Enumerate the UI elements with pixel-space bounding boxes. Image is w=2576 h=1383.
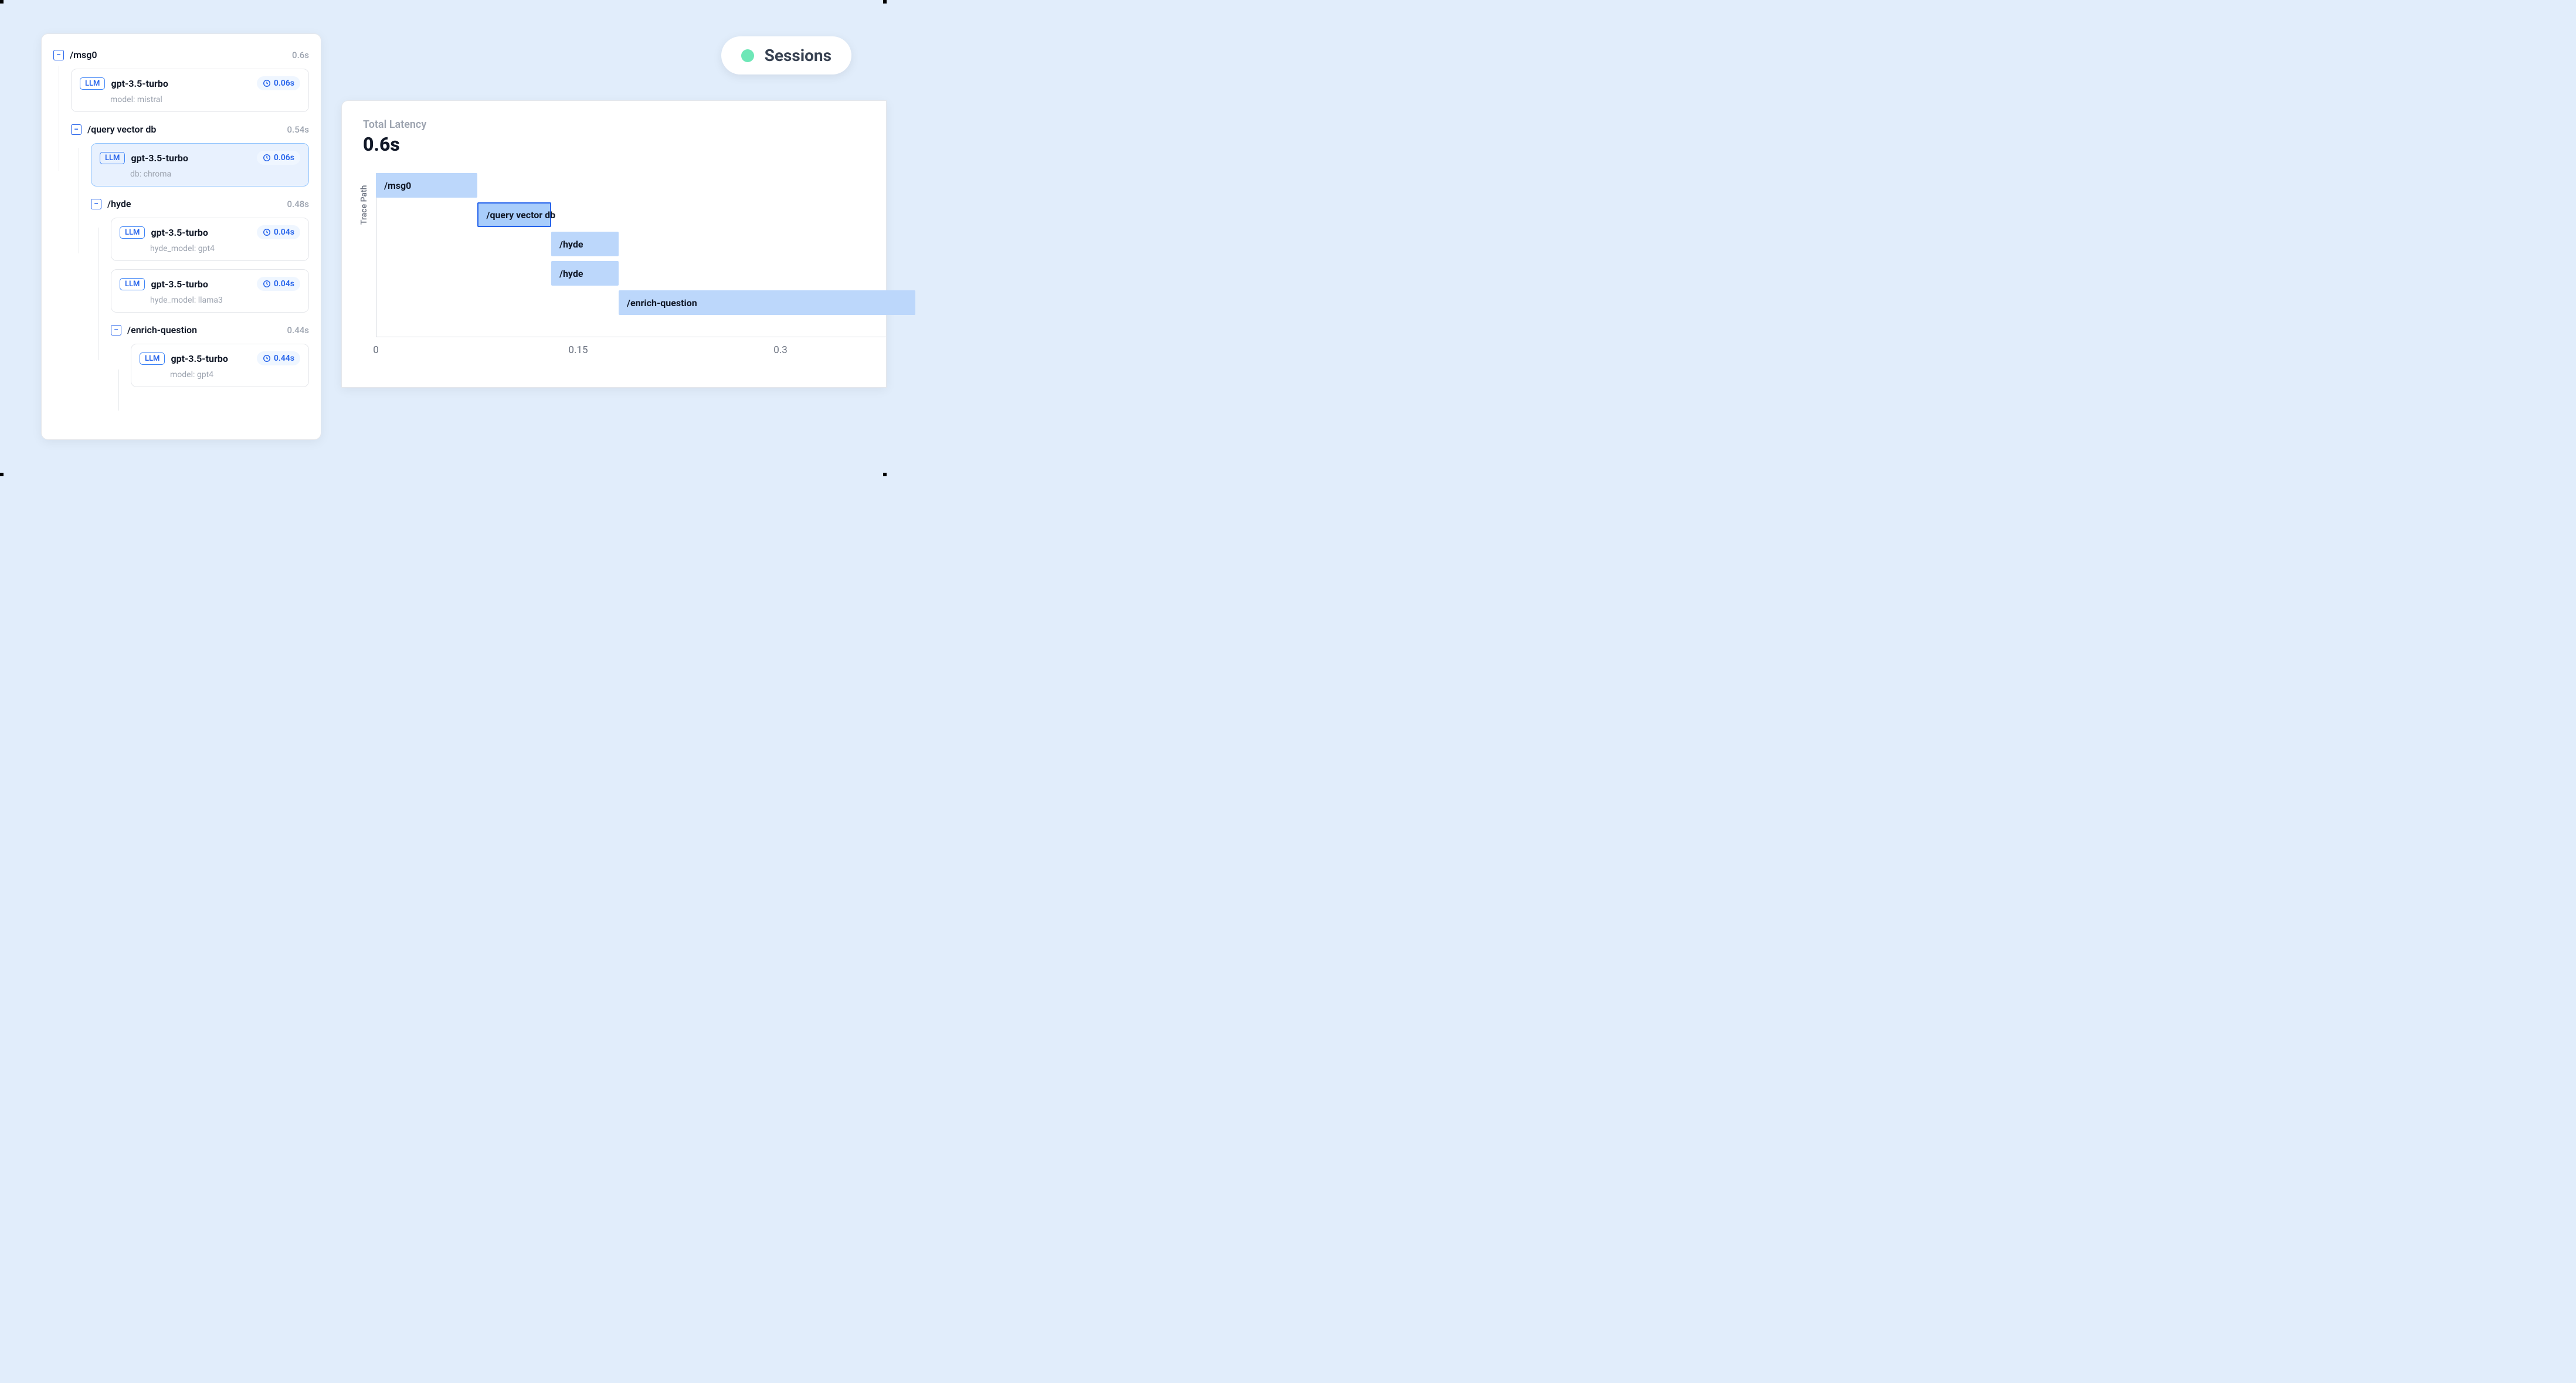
tree-leaf-llm-1[interactable]: LLM gpt-3.5-turbo 0.06s db: chroma (91, 143, 309, 187)
tree-leaf-llm-0[interactable]: LLM gpt-3.5-turbo 0.06s model: mistral (71, 69, 309, 112)
leaf-name: gpt-3.5-turbo (151, 279, 250, 290)
latency-title: Total Latency (363, 118, 886, 131)
latency-pill: 0.04s (257, 277, 300, 291)
pill-value: 0.06s (274, 153, 294, 162)
tree-node-hyde[interactable]: /hyde 0.48s (91, 195, 309, 218)
node-time: 0.44s (287, 325, 309, 335)
pill-value: 0.04s (274, 279, 294, 289)
gantt-chart: Trace Path /msg0/query vector db/hyde/hy… (363, 173, 886, 367)
latency-pill: 0.04s (257, 225, 300, 239)
tree-line (118, 370, 119, 411)
gantt-bar[interactable]: /enrich-question (619, 290, 915, 315)
node-time: 0.48s (287, 199, 309, 209)
llm-tag: LLM (140, 352, 165, 365)
tree-node-enrich-question[interactable]: /enrich-question 0.44s (111, 321, 309, 344)
gantt-bar[interactable]: /msg0 (376, 173, 477, 198)
gantt-bar[interactable]: /hyde (551, 261, 619, 286)
collapse-icon[interactable] (91, 199, 101, 209)
node-name: /query vector db (87, 124, 281, 135)
tree-leaf-llm-2a[interactable]: LLM gpt-3.5-turbo 0.04s hyde_model: gpt4 (111, 218, 309, 261)
latency-value: 0.6s (363, 133, 886, 155)
clock-icon (263, 79, 271, 87)
corner-mark (0, 0, 4, 4)
latency-pill: 0.44s (257, 351, 300, 365)
latency-pill: 0.06s (257, 151, 300, 165)
node-name: /msg0 (70, 49, 286, 60)
gantt-bar[interactable]: /hyde (551, 232, 619, 256)
leaf-subtitle: hyde_model: llama3 (150, 296, 300, 305)
llm-tag: LLM (120, 226, 145, 239)
node-time: 0.6s (292, 50, 309, 60)
trace-tree-panel: /msg0 0.6s LLM gpt-3.5-turbo 0.06s model… (41, 33, 321, 440)
collapse-icon[interactable] (53, 50, 64, 60)
leaf-subtitle: db: chroma (130, 170, 300, 179)
status-dot-icon (741, 49, 754, 62)
tree-node-query-vector-db[interactable]: /query vector db 0.54s (71, 120, 309, 143)
clock-icon (263, 154, 271, 162)
pill-value: 0.44s (274, 354, 294, 363)
pill-value: 0.04s (274, 228, 294, 237)
x-tick: 0 (373, 344, 379, 356)
node-name: /hyde (107, 198, 281, 209)
latency-panel: Total Latency 0.6s Trace Path /msg0/quer… (341, 100, 887, 388)
llm-tag: LLM (80, 77, 105, 90)
latency-pill: 0.06s (257, 76, 300, 90)
clock-icon (263, 228, 271, 236)
pill-value: 0.06s (274, 79, 294, 88)
leaf-name: gpt-3.5-turbo (171, 353, 250, 364)
gantt-bar[interactable]: /query vector db (477, 202, 552, 227)
node-time: 0.54s (287, 124, 309, 135)
node-name: /enrich-question (127, 324, 281, 335)
x-tick: 0.15 (568, 344, 588, 356)
collapse-icon[interactable] (71, 124, 82, 135)
y-axis-label: Trace Path (359, 185, 369, 225)
leaf-subtitle: hyde_model: gpt4 (150, 244, 300, 253)
leaf-subtitle: model: gpt4 (170, 370, 300, 379)
tree-leaf-llm-3[interactable]: LLM gpt-3.5-turbo 0.44s model: gpt4 (131, 344, 309, 387)
bars-container: /msg0/query vector db/hyde/hyde/enrich-q… (376, 173, 886, 337)
sessions-pill[interactable]: Sessions (721, 36, 851, 74)
collapse-icon[interactable] (111, 325, 121, 335)
clock-icon (263, 280, 271, 288)
leaf-name: gpt-3.5-turbo (131, 152, 250, 164)
llm-tag: LLM (120, 278, 145, 290)
corner-mark (0, 473, 4, 476)
leaf-name: gpt-3.5-turbo (151, 227, 250, 238)
llm-tag: LLM (100, 152, 125, 164)
leaf-name: gpt-3.5-turbo (111, 78, 250, 89)
leaf-subtitle: model: mistral (110, 95, 300, 104)
x-tick: 0.3 (773, 344, 788, 356)
corner-mark (883, 473, 887, 476)
tree-node-msg0[interactable]: /msg0 0.6s (53, 46, 309, 69)
clock-icon (263, 354, 271, 362)
corner-mark (883, 0, 887, 4)
sessions-label: Sessions (765, 46, 831, 65)
tree-leaf-llm-2b[interactable]: LLM gpt-3.5-turbo 0.04s hyde_model: llam… (111, 269, 309, 313)
